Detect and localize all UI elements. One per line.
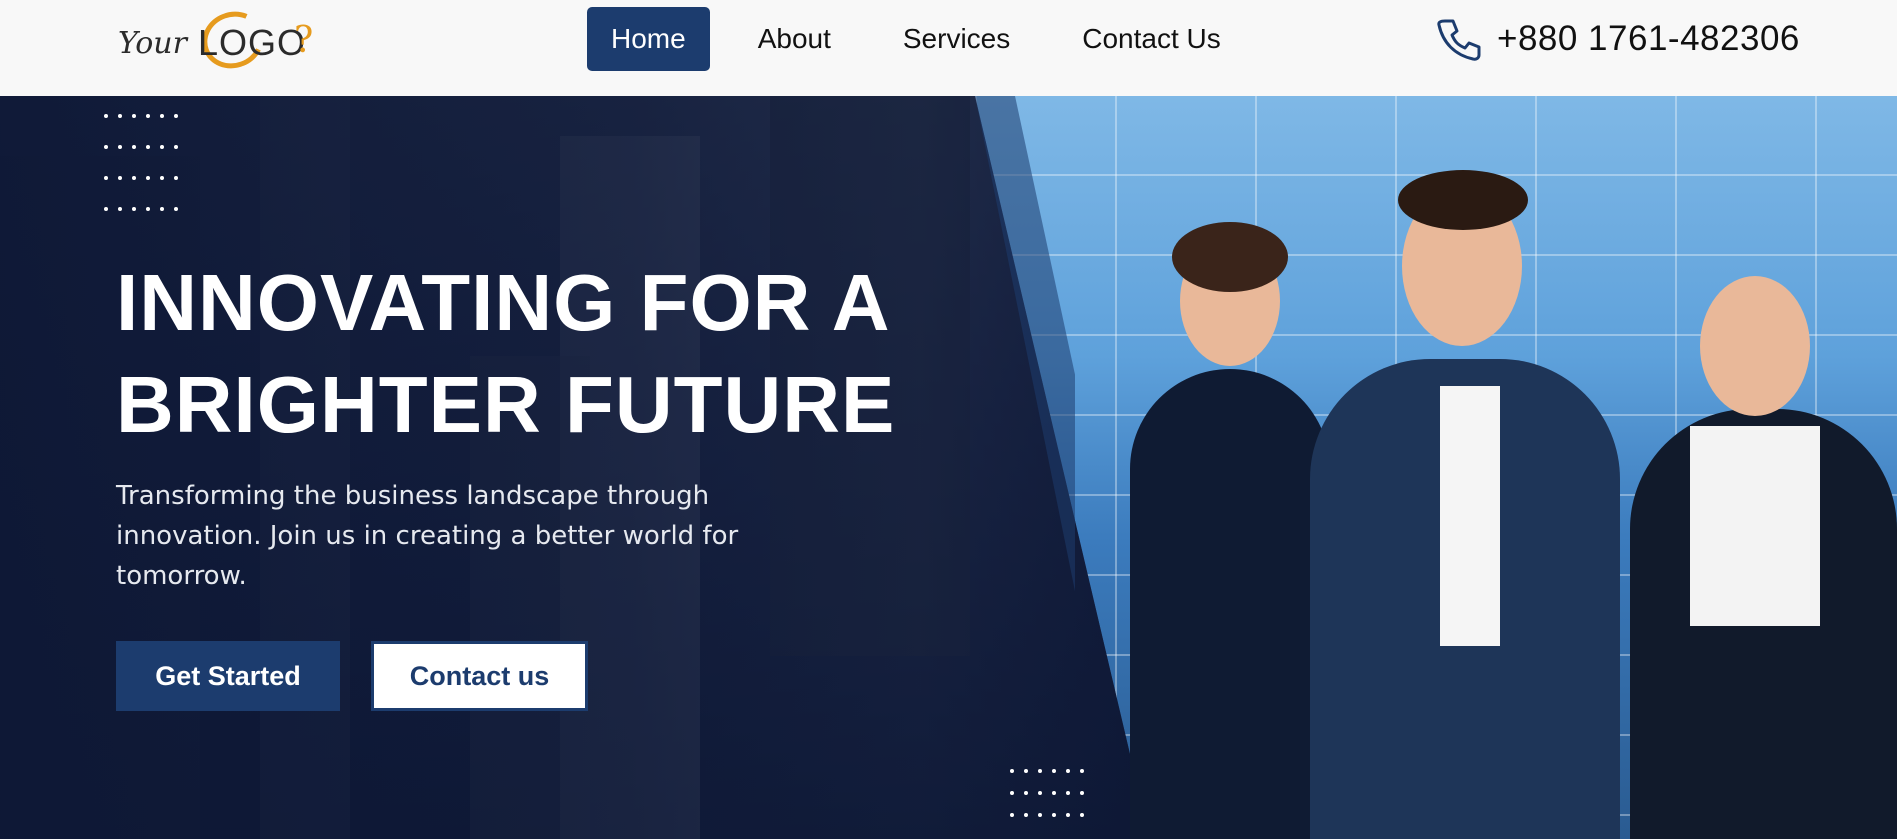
hero-subtitle: Transforming the business landscape thro… [116,481,739,591]
main-nav: Home About Services Contact Us [587,7,1245,71]
nav-contact-us[interactable]: Contact Us [1058,7,1245,71]
site-header: Your LOGO ? Home About Services Contact … [0,0,1897,96]
nav-home[interactable]: Home [587,7,710,71]
decorative-dots-top [104,114,188,238]
contact-us-button[interactable]: Contact us [371,641,588,711]
decorative-dots-bottom [1010,769,1094,835]
hero-title-line2: BRIGHTER FUTURE [116,360,896,449]
logo-word: LOGO [198,22,307,63]
hero-title: INNOVATING FOR A BRIGHTER FUTURE [116,252,895,456]
hero-title-line1: INNOVATING FOR A [116,258,891,347]
hero-section: INNOVATING FOR A BRIGHTER FUTURE Transfo… [0,96,1897,839]
phone-contact[interactable]: +880 1761-482306 [1435,12,1800,66]
nav-services[interactable]: Services [879,7,1034,71]
get-started-button[interactable]: Get Started [116,641,340,711]
logo[interactable]: Your LOGO ? [118,3,328,77]
logo-suffix: ? [294,20,314,61]
phone-icon [1437,19,1481,61]
business-team-image [1110,170,1897,839]
logo-prefix: Your [118,26,187,61]
phone-number: +880 1761-482306 [1497,19,1800,58]
nav-about[interactable]: About [734,7,855,71]
